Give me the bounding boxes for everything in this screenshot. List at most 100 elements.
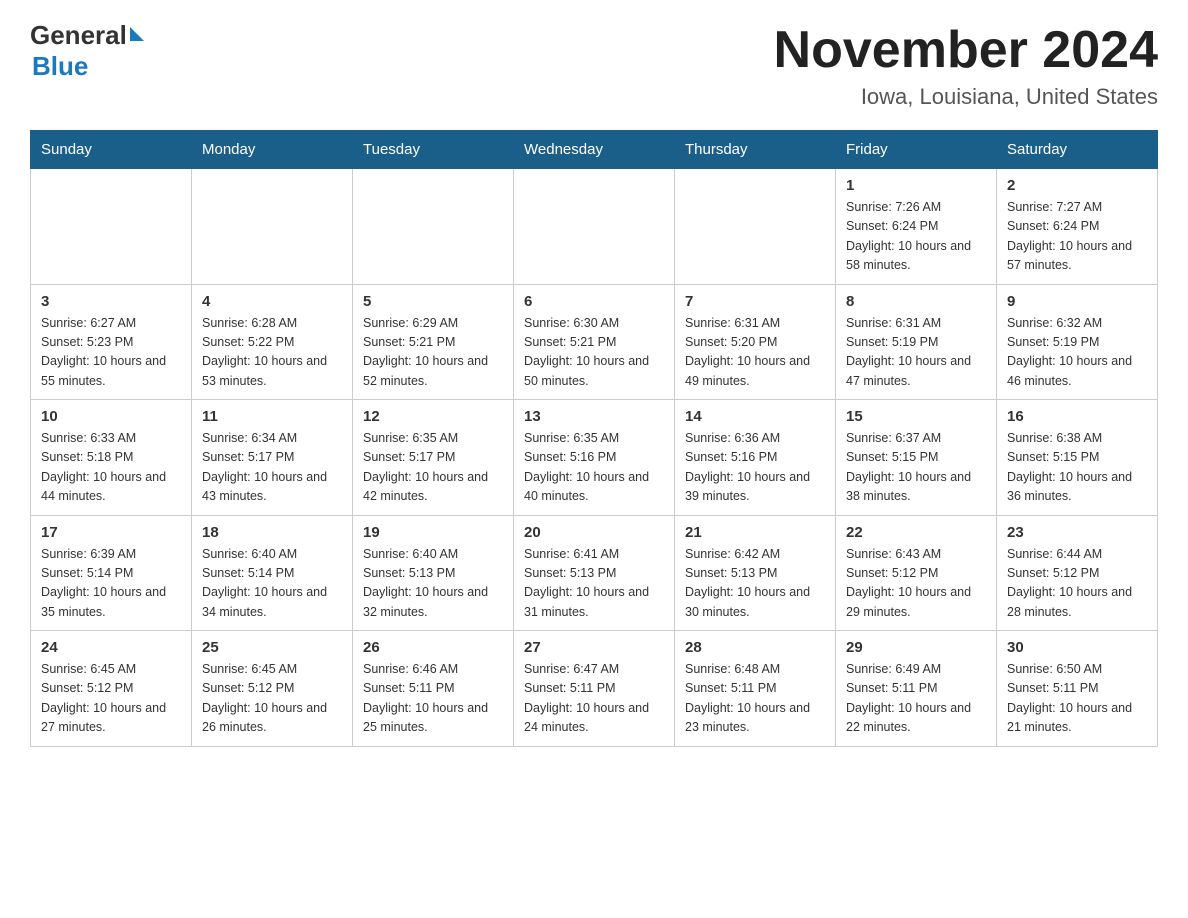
day-number: 27 xyxy=(524,639,664,656)
logo-general: General xyxy=(30,20,127,51)
day-number: 28 xyxy=(685,639,825,656)
calendar-cell-w1-d4: 7Sunrise: 6:31 AM Sunset: 5:20 PM Daylig… xyxy=(675,284,836,400)
day-number: 17 xyxy=(41,524,181,541)
week-row-1: 3 Sunrise: 6:27 AM Sunset: 5:23 PM Daylig… xyxy=(31,284,1158,400)
day-number: 13 xyxy=(524,408,664,425)
day-number: 4 xyxy=(202,293,342,310)
day-number: 22 xyxy=(846,524,986,541)
calendar-cell-w4-d5: 29Sunrise: 6:49 AM Sunset: 5:11 PM Dayli… xyxy=(836,631,997,747)
calendar-cell-w0-d5: 1Sunrise: 7:26 AM Sunset: 6:24 PM Daylig… xyxy=(836,169,997,285)
week-row-0: 1Sunrise: 7:26 AM Sunset: 6:24 PM Daylig… xyxy=(31,169,1158,285)
calendar-cell-w0-d0 xyxy=(31,169,192,285)
day-info: Sunrise: 6:46 AM Sunset: 5:11 PM Dayligh… xyxy=(363,660,503,738)
calendar-cell-w3-d2: 19Sunrise: 6:40 AM Sunset: 5:13 PM Dayli… xyxy=(353,515,514,631)
day-number: 15 xyxy=(846,408,986,425)
day-info: Sunrise: 6:48 AM Sunset: 5:11 PM Dayligh… xyxy=(685,660,825,738)
calendar-cell-w0-d1 xyxy=(192,169,353,285)
logo-blue: Blue xyxy=(32,51,144,82)
calendar-cell-w4-d1: 25Sunrise: 6:45 AM Sunset: 5:12 PM Dayli… xyxy=(192,631,353,747)
calendar-cell-w0-d6: 2Sunrise: 7:27 AM Sunset: 6:24 PM Daylig… xyxy=(997,169,1158,285)
day-info: Sunrise: 6:35 AM Sunset: 5:17 PM Dayligh… xyxy=(363,429,503,507)
header-saturday: Saturday xyxy=(997,131,1158,169)
calendar-cell-w1-d2: 5Sunrise: 6:29 AM Sunset: 5:21 PM Daylig… xyxy=(353,284,514,400)
day-info: Sunrise: 6:37 AM Sunset: 5:15 PM Dayligh… xyxy=(846,429,986,507)
day-info: Sunrise: 6:39 AM Sunset: 5:14 PM Dayligh… xyxy=(41,545,181,623)
calendar-cell-w4-d3: 27 Sunrise: 6:47 AM Sunset: 5:11 PM Dayli… xyxy=(514,631,675,747)
day-info: Sunrise: 6:34 AM Sunset: 5:17 PM Dayligh… xyxy=(202,429,342,507)
calendar-cell-w3-d5: 22 Sunrise: 6:43 AM Sunset: 5:12 PM Dayli… xyxy=(836,515,997,631)
calendar-body: 1Sunrise: 7:26 AM Sunset: 6:24 PM Daylig… xyxy=(31,169,1158,747)
day-number: 26 xyxy=(363,639,503,656)
day-info: Sunrise: 6:45 AM Sunset: 5:12 PM Dayligh… xyxy=(41,660,181,738)
week-row-3: 17 Sunrise: 6:39 AM Sunset: 5:14 PM Dayli… xyxy=(31,515,1158,631)
day-info: Sunrise: 6:30 AM Sunset: 5:21 PM Dayligh… xyxy=(524,314,664,392)
day-info: Sunrise: 6:43 AM Sunset: 5:12 PM Dayligh… xyxy=(846,545,986,623)
day-number: 14 xyxy=(685,408,825,425)
day-info: Sunrise: 6:45 AM Sunset: 5:12 PM Dayligh… xyxy=(202,660,342,738)
calendar-cell-w1-d3: 6 Sunrise: 6:30 AM Sunset: 5:21 PM Daylig… xyxy=(514,284,675,400)
calendar-cell-w3-d4: 21 Sunrise: 6:42 AM Sunset: 5:13 PM Dayli… xyxy=(675,515,836,631)
calendar-cell-w3-d0: 17 Sunrise: 6:39 AM Sunset: 5:14 PM Dayli… xyxy=(31,515,192,631)
day-number: 29 xyxy=(846,639,986,656)
calendar-cell-w0-d4 xyxy=(675,169,836,285)
day-number: 24 xyxy=(41,639,181,656)
calendar-cell-w2-d2: 12Sunrise: 6:35 AM Sunset: 5:17 PM Dayli… xyxy=(353,400,514,516)
calendar-cell-w4-d6: 30 Sunrise: 6:50 AM Sunset: 5:11 PM Dayli… xyxy=(997,631,1158,747)
calendar-subtitle: Iowa, Louisiana, United States xyxy=(774,84,1158,110)
day-number: 1 xyxy=(846,177,986,194)
day-info: Sunrise: 6:42 AM Sunset: 5:13 PM Dayligh… xyxy=(685,545,825,623)
day-info: Sunrise: 6:40 AM Sunset: 5:13 PM Dayligh… xyxy=(363,545,503,623)
day-info: Sunrise: 6:27 AM Sunset: 5:23 PM Dayligh… xyxy=(41,314,181,392)
calendar-cell-w3-d3: 20 Sunrise: 6:41 AM Sunset: 5:13 PM Dayli… xyxy=(514,515,675,631)
day-info: Sunrise: 6:41 AM Sunset: 5:13 PM Dayligh… xyxy=(524,545,664,623)
calendar-cell-w1-d6: 9Sunrise: 6:32 AM Sunset: 5:19 PM Daylig… xyxy=(997,284,1158,400)
calendar-cell-w1-d1: 4 Sunrise: 6:28 AM Sunset: 5:22 PM Daylig… xyxy=(192,284,353,400)
day-info: Sunrise: 6:33 AM Sunset: 5:18 PM Dayligh… xyxy=(41,429,181,507)
header-friday: Friday xyxy=(836,131,997,169)
day-info: Sunrise: 6:47 AM Sunset: 5:11 PM Dayligh… xyxy=(524,660,664,738)
title-section: November 2024 Iowa, Louisiana, United St… xyxy=(774,20,1158,110)
day-number: 3 xyxy=(41,293,181,310)
header-tuesday: Tuesday xyxy=(353,131,514,169)
calendar-cell-w3-d6: 23 Sunrise: 6:44 AM Sunset: 5:12 PM Dayli… xyxy=(997,515,1158,631)
day-info: Sunrise: 6:38 AM Sunset: 5:15 PM Dayligh… xyxy=(1007,429,1147,507)
day-info: Sunrise: 6:50 AM Sunset: 5:11 PM Dayligh… xyxy=(1007,660,1147,738)
week-row-4: 24 Sunrise: 6:45 AM Sunset: 5:12 PM Dayli… xyxy=(31,631,1158,747)
calendar-cell-w1-d5: 8 Sunrise: 6:31 AM Sunset: 5:19 PM Daylig… xyxy=(836,284,997,400)
calendar-cell-w3-d1: 18 Sunrise: 6:40 AM Sunset: 5:14 PM Dayli… xyxy=(192,515,353,631)
day-number: 9 xyxy=(1007,293,1147,310)
logo-arrow-icon xyxy=(130,27,144,41)
calendar-cell-w4-d0: 24 Sunrise: 6:45 AM Sunset: 5:12 PM Dayli… xyxy=(31,631,192,747)
day-info: Sunrise: 6:40 AM Sunset: 5:14 PM Dayligh… xyxy=(202,545,342,623)
day-number: 30 xyxy=(1007,639,1147,656)
calendar-cell-w0-d3 xyxy=(514,169,675,285)
day-number: 11 xyxy=(202,408,342,425)
week-row-2: 10 Sunrise: 6:33 AM Sunset: 5:18 PM Dayli… xyxy=(31,400,1158,516)
calendar-cell-w2-d3: 13 Sunrise: 6:35 AM Sunset: 5:16 PM Dayli… xyxy=(514,400,675,516)
day-number: 7 xyxy=(685,293,825,310)
header-sunday: Sunday xyxy=(31,131,192,169)
day-info: Sunrise: 6:28 AM Sunset: 5:22 PM Dayligh… xyxy=(202,314,342,392)
page-header: General Blue November 2024 Iowa, Louisia… xyxy=(30,20,1158,110)
day-info: Sunrise: 6:35 AM Sunset: 5:16 PM Dayligh… xyxy=(524,429,664,507)
day-info: Sunrise: 6:29 AM Sunset: 5:21 PM Dayligh… xyxy=(363,314,503,392)
calendar-cell-w2-d4: 14Sunrise: 6:36 AM Sunset: 5:16 PM Dayli… xyxy=(675,400,836,516)
day-number: 10 xyxy=(41,408,181,425)
day-header-row: Sunday Monday Tuesday Wednesday Thursday… xyxy=(31,131,1158,169)
calendar-cell-w4-d4: 28 Sunrise: 6:48 AM Sunset: 5:11 PM Dayli… xyxy=(675,631,836,747)
day-info: Sunrise: 6:44 AM Sunset: 5:12 PM Dayligh… xyxy=(1007,545,1147,623)
calendar-cell-w2-d5: 15 Sunrise: 6:37 AM Sunset: 5:15 PM Dayli… xyxy=(836,400,997,516)
header-thursday: Thursday xyxy=(675,131,836,169)
day-number: 8 xyxy=(846,293,986,310)
day-info: Sunrise: 6:31 AM Sunset: 5:19 PM Dayligh… xyxy=(846,314,986,392)
calendar-cell-w2-d1: 11 Sunrise: 6:34 AM Sunset: 5:17 PM Dayli… xyxy=(192,400,353,516)
calendar-title: November 2024 xyxy=(774,20,1158,80)
calendar-cell-w1-d0: 3 Sunrise: 6:27 AM Sunset: 5:23 PM Daylig… xyxy=(31,284,192,400)
day-number: 18 xyxy=(202,524,342,541)
day-info: Sunrise: 7:27 AM Sunset: 6:24 PM Dayligh… xyxy=(1007,198,1147,276)
day-number: 20 xyxy=(524,524,664,541)
day-number: 23 xyxy=(1007,524,1147,541)
day-number: 6 xyxy=(524,293,664,310)
day-number: 21 xyxy=(685,524,825,541)
day-number: 16 xyxy=(1007,408,1147,425)
